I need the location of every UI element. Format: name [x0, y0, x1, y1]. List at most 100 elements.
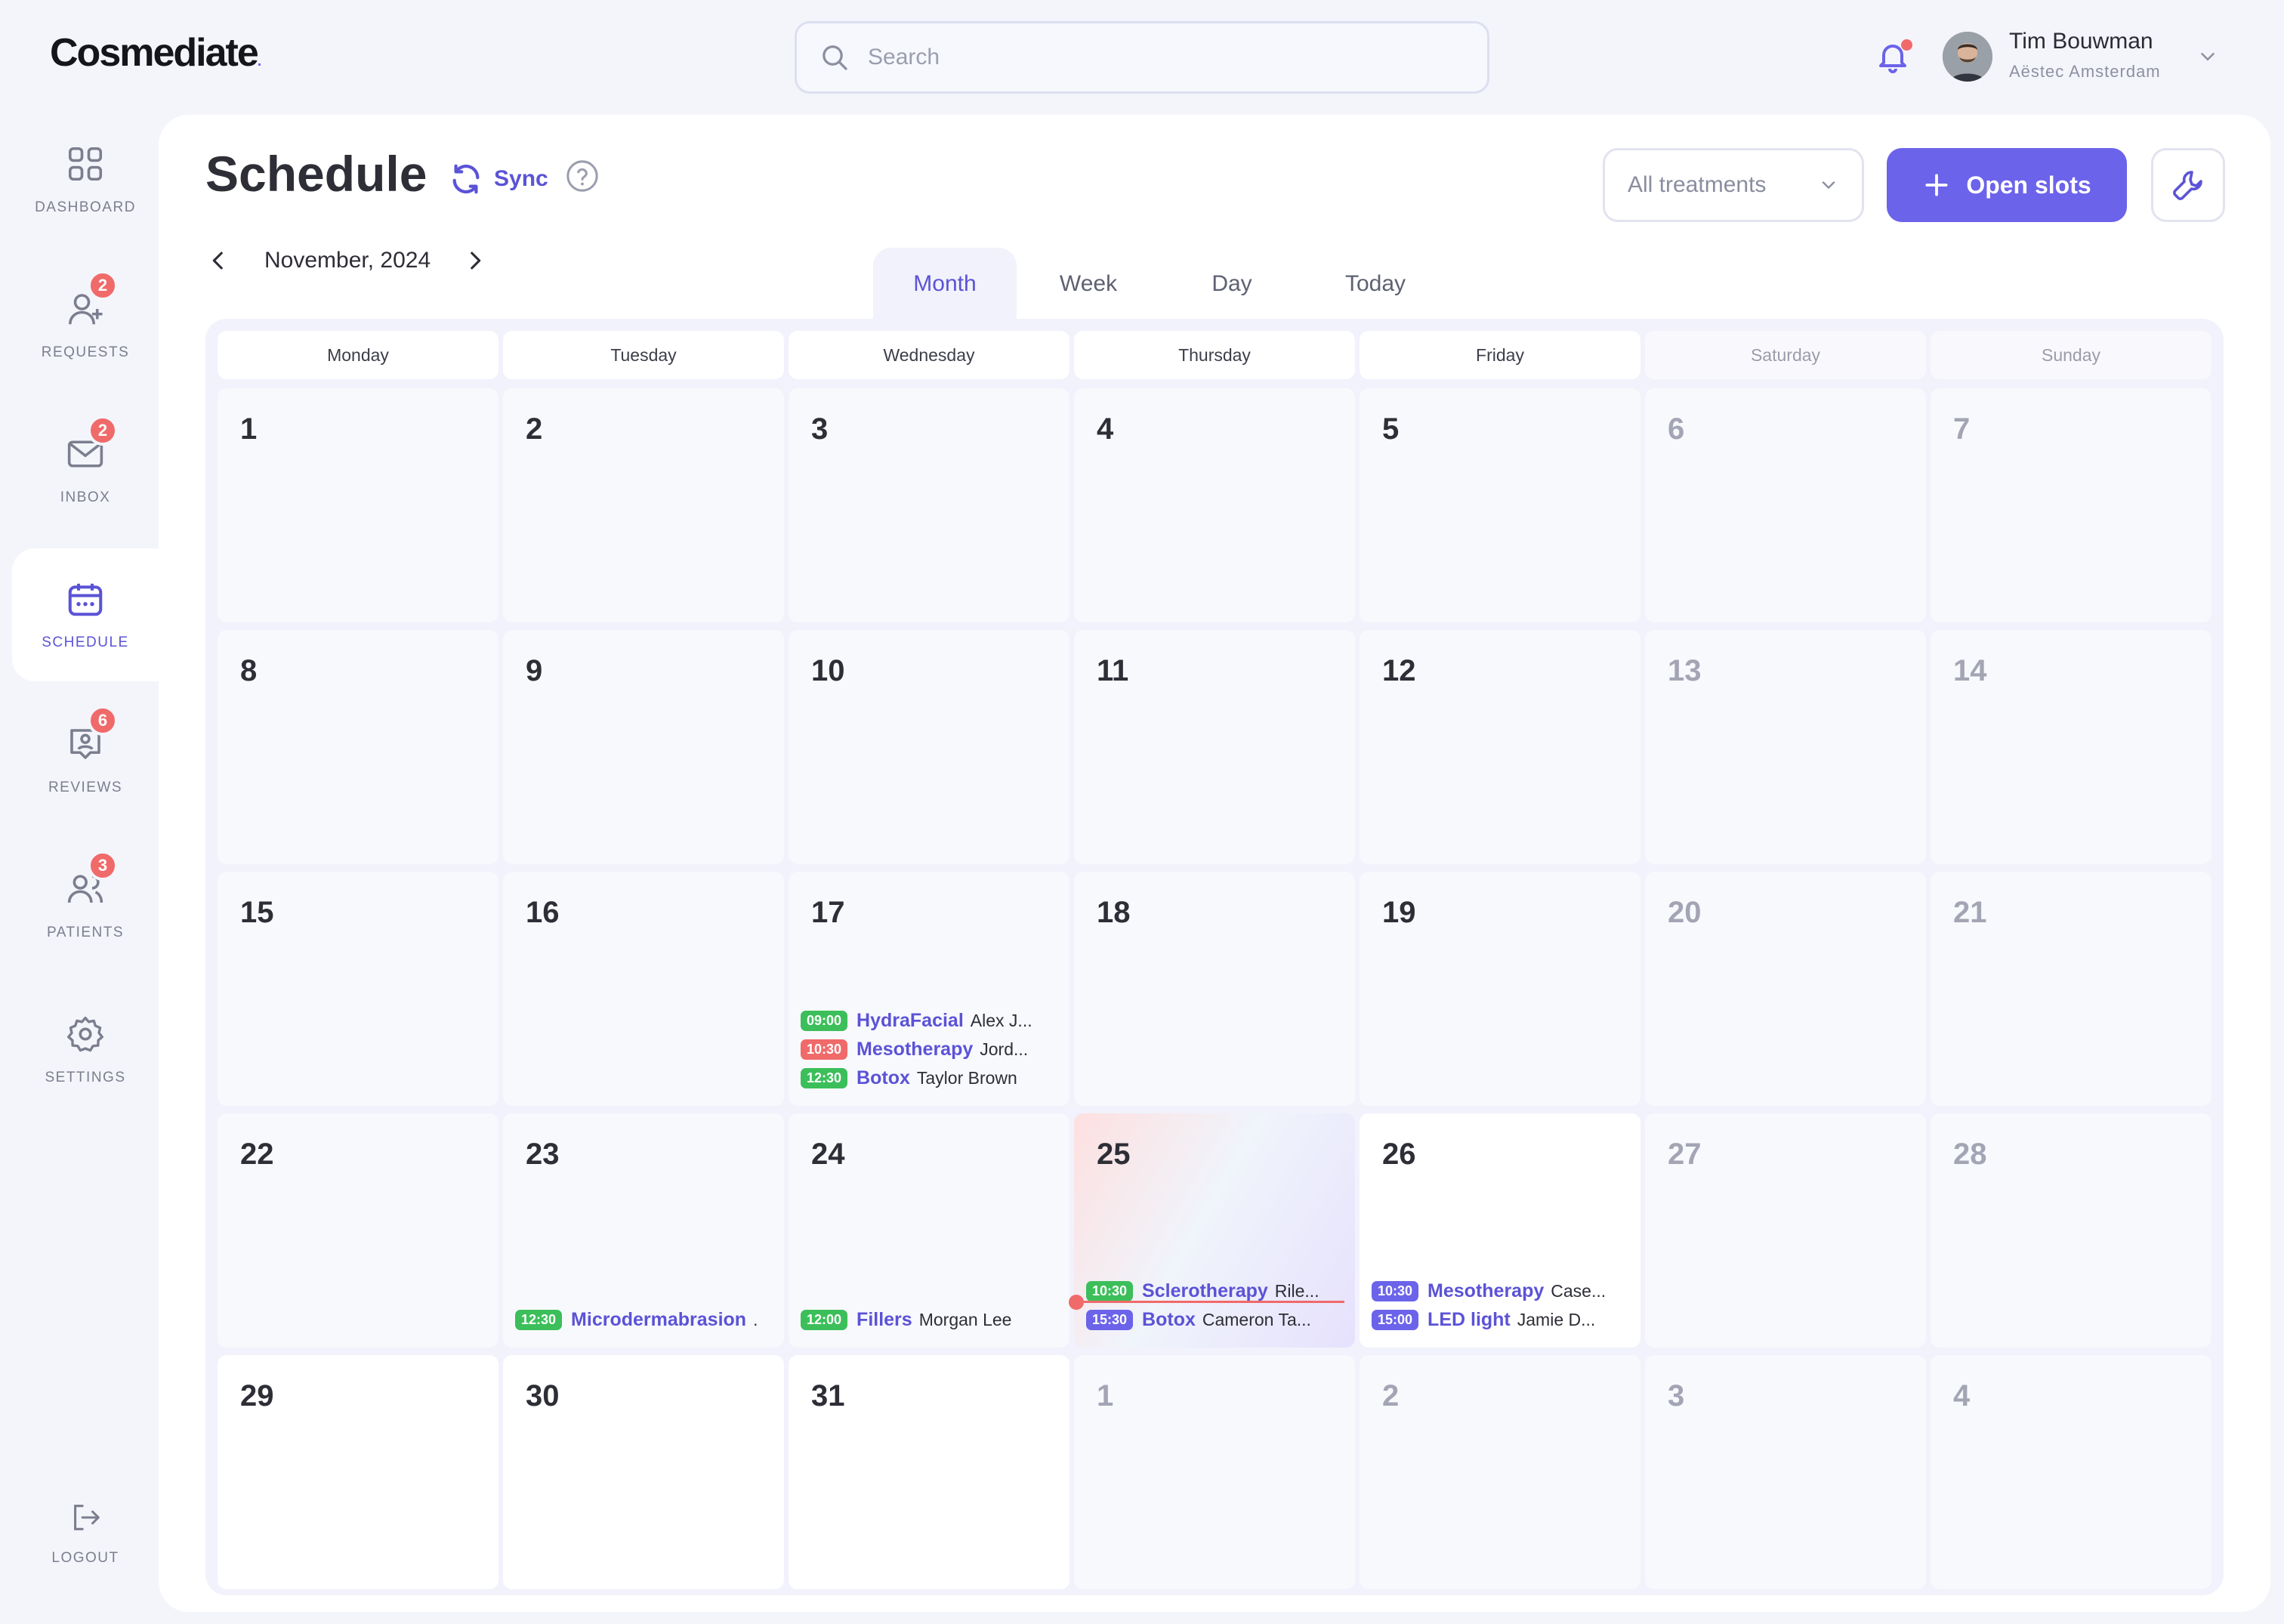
- nav-icon-wrap: [65, 579, 106, 619]
- day-number: 10: [811, 654, 845, 687]
- user-menu-chevron[interactable]: [2196, 45, 2219, 68]
- avatar[interactable]: [1943, 32, 1992, 82]
- calendar-day-cell[interactable]: 31: [789, 1355, 1069, 1589]
- calendar-day-cell[interactable]: 7: [1931, 388, 2211, 622]
- open-slots-button[interactable]: Open slots: [1887, 148, 2127, 222]
- view-tabs: Month Week Day Today: [873, 248, 1447, 320]
- brand-logo[interactable]: Cosmediate.: [50, 30, 261, 76]
- calendar-day-cell[interactable]: 3: [789, 388, 1069, 622]
- sidebar-item-settings[interactable]: SETTINGS: [12, 983, 159, 1116]
- sidebar-item-reviews[interactable]: 6 REVIEWS: [12, 693, 159, 826]
- logout-button[interactable]: LOGOUT: [12, 1480, 159, 1586]
- sidebar-item-label: PATIENTS: [46, 925, 125, 940]
- tab-today[interactable]: Today: [1304, 248, 1447, 320]
- chevron-right-icon: [471, 252, 481, 270]
- avatar-image: [1943, 32, 1992, 82]
- day-number: 12: [1382, 654, 1416, 687]
- appointment-treatment: Mesotherapy: [1428, 1280, 1545, 1301]
- day-number: 28: [1953, 1138, 1987, 1171]
- search-box[interactable]: [795, 21, 1489, 94]
- sync-icon: [452, 164, 480, 194]
- help-button[interactable]: [565, 159, 600, 193]
- calendar-day-cell[interactable]: 23 12:30 Microdermabrasion.: [503, 1113, 784, 1348]
- calendar-day-cell[interactable]: 14: [1931, 630, 2211, 864]
- appointment-item[interactable]: 15:00 LED light Jamie D...: [1372, 1305, 1630, 1334]
- search-input[interactable]: [868, 45, 1457, 70]
- sidebar-item-schedule[interactable]: SCHEDULE: [12, 548, 159, 681]
- calendar-day-cell[interactable]: 1: [218, 388, 498, 622]
- calendar-day-cell[interactable]: 22: [218, 1113, 498, 1348]
- weekday-header-sunday: Sunday: [1931, 331, 2211, 379]
- sidebar-item-dashboard[interactable]: DASHBOARD: [12, 113, 159, 246]
- appointment-time-badge: 10:30: [1086, 1280, 1134, 1301]
- user-organization: Aëstec Amsterdam: [2009, 62, 2161, 81]
- chevron-left-icon: [212, 252, 223, 270]
- appointment-item[interactable]: 12:00 Fillers Morgan Lee: [801, 1305, 1059, 1334]
- calendar-day-cell[interactable]: 8: [218, 630, 498, 864]
- appointment-item[interactable]: 10:30 Mesotherapy Jord...: [801, 1035, 1059, 1064]
- appointment-patient: Cameron Ta...: [1202, 1309, 1311, 1329]
- sidebar-item-label: SCHEDULE: [42, 634, 129, 650]
- sync-button[interactable]: Sync: [449, 162, 548, 196]
- calendar-day-cell[interactable]: 26 10:30 Mesotherapy Case... 15:00 LED light J…: [1360, 1113, 1640, 1348]
- wrench-icon: [2173, 171, 2202, 200]
- sidebar-item-inbox[interactable]: 2 INBOX: [12, 403, 159, 536]
- day-number: 3: [1668, 1379, 1685, 1413]
- calendar-day-cell[interactable]: 16: [503, 872, 784, 1106]
- next-month-button[interactable]: [462, 248, 488, 273]
- user-name[interactable]: Tim Bouwman: [2009, 29, 2153, 54]
- calendar-day-cell[interactable]: 15: [218, 872, 498, 1106]
- appointment-item[interactable]: 15:30 Botox Cameron Ta...: [1086, 1305, 1344, 1334]
- sync-label: Sync: [494, 166, 548, 191]
- calendar-day-cell-today[interactable]: 25 10:30 Sclerotherapy Rile... 15:30 Botox Cam…: [1069, 1113, 1355, 1348]
- day-number: 1: [1097, 1379, 1114, 1413]
- appointment-item[interactable]: 09:00 HydraFacial Alex J...: [801, 1006, 1059, 1035]
- calendar-day-cell[interactable]: 6: [1645, 388, 1926, 622]
- day-number: 20: [1668, 896, 1702, 929]
- tools-button[interactable]: [2151, 148, 2225, 222]
- nav-icon-wrap: [65, 144, 106, 184]
- sidebar-item-requests[interactable]: 2 REQUESTS: [12, 258, 159, 391]
- calendar-day-cell[interactable]: 2: [1360, 1355, 1640, 1589]
- calendar-day-cell[interactable]: 4: [1074, 388, 1355, 622]
- calendar-day-cell[interactable]: 28: [1931, 1113, 2211, 1348]
- appointment-patient: Rile...: [1274, 1280, 1319, 1301]
- calendar-day-cell[interactable]: 21: [1931, 872, 2211, 1106]
- calendar-day-cell[interactable]: 29: [218, 1355, 498, 1589]
- calendar-day-cell[interactable]: 3: [1645, 1355, 1926, 1589]
- tab-month[interactable]: Month: [873, 248, 1017, 320]
- calendar-day-cell[interactable]: 2: [503, 388, 784, 622]
- appointment-treatment: HydraFacial: [857, 1009, 964, 1031]
- calendar-day-cell[interactable]: 24 12:00 Fillers Morgan Lee: [789, 1113, 1069, 1348]
- nav-icon-wrap: [65, 1014, 106, 1054]
- treatment-filter-select[interactable]: All treatments: [1603, 148, 1864, 222]
- day-number: 13: [1668, 654, 1702, 687]
- calendar-day-cell[interactable]: 4: [1931, 1355, 2211, 1589]
- appointment-item[interactable]: 10:30 Mesotherapy Case...: [1372, 1277, 1630, 1305]
- calendar-day-cell[interactable]: 13: [1645, 630, 1926, 864]
- calendar-day-cell[interactable]: 19: [1360, 872, 1640, 1106]
- day-number: 31: [811, 1379, 845, 1413]
- nav-icon-wrap: 3: [65, 851, 118, 909]
- calendar-day-cell[interactable]: 5: [1360, 388, 1640, 622]
- appointment-item[interactable]: 12:30 Botox Taylor Brown: [801, 1064, 1059, 1092]
- tab-day[interactable]: Day: [1160, 248, 1304, 320]
- calendar-day-cell[interactable]: 12: [1360, 630, 1640, 864]
- calendar-day-cell[interactable]: 30: [503, 1355, 784, 1589]
- calendar-day-cell[interactable]: 9: [503, 630, 784, 864]
- appointment-item[interactable]: 12:30 Microdermabrasion.: [515, 1305, 773, 1334]
- calendar-day-cell[interactable]: 20: [1645, 872, 1926, 1106]
- calendar-day-cell[interactable]: 10: [789, 630, 1069, 864]
- previous-month-button[interactable]: [205, 248, 231, 273]
- day-number: 4: [1953, 1379, 1971, 1413]
- calendar-day-cell[interactable]: 27: [1645, 1113, 1926, 1348]
- calendar-day-cell[interactable]: 1: [1074, 1355, 1355, 1589]
- calendar-day-cell[interactable]: 18: [1074, 872, 1355, 1106]
- weekday-header-thursday: Thursday: [1074, 331, 1355, 379]
- notifications-button[interactable]: [1875, 38, 1912, 76]
- sidebar-item-patients[interactable]: 3 PATIENTS: [12, 838, 159, 971]
- calendar-day-cell[interactable]: 11: [1074, 630, 1355, 864]
- calendar-day-cell[interactable]: 17 09:00 HydraFacial Alex J... 10:30 Mesother…: [789, 872, 1069, 1106]
- day-number: 30: [526, 1379, 560, 1413]
- tab-week[interactable]: Week: [1017, 248, 1160, 320]
